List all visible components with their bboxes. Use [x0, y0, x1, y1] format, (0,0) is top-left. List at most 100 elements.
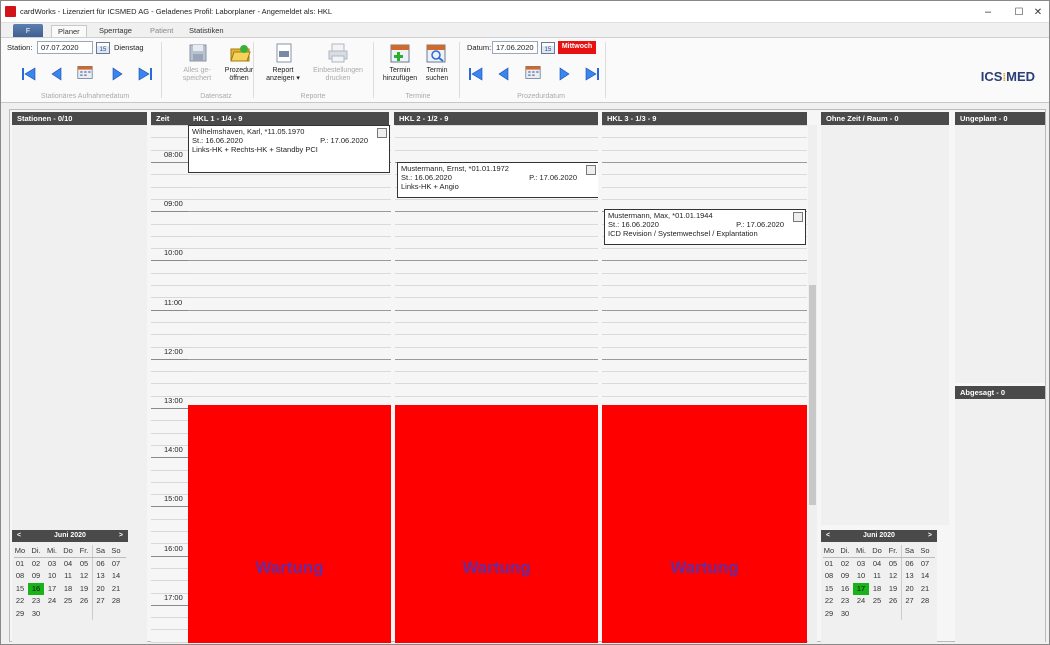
calendar-day[interactable]: 07 — [917, 558, 933, 571]
calendar-day[interactable]: 06 — [901, 557, 917, 570]
calendar-day[interactable]: 13 — [901, 570, 917, 583]
search-appointment-icon[interactable] — [425, 42, 447, 64]
calendar-day[interactable]: 30 — [837, 608, 853, 621]
appointment-card[interactable]: Mustermann, Ernst, *01.01.1972 St.: 16.0… — [397, 162, 598, 198]
calendar-day[interactable]: 05 — [885, 558, 901, 571]
calendar-day[interactable]: 20 — [92, 582, 108, 595]
calendar-day[interactable]: 18 — [869, 583, 885, 596]
previous-icon[interactable] — [49, 66, 65, 82]
calendar-prev-button[interactable]: < — [826, 530, 830, 542]
calendar-day[interactable]: 28 — [108, 595, 124, 608]
calendar-day[interactable]: 01 — [821, 558, 837, 571]
calendar-day[interactable]: 01 — [12, 558, 28, 571]
calendar-day[interactable]: 25 — [869, 595, 885, 608]
calendar-day[interactable]: 13 — [92, 570, 108, 583]
calendar-day[interactable]: 23 — [837, 595, 853, 608]
add-appointment-icon[interactable] — [389, 42, 411, 64]
maintenance-block[interactable]: Wartung — [188, 405, 391, 643]
calendar-day[interactable]: 02 — [28, 558, 44, 571]
show-report-label[interactable]: Report anzeigen ▾ — [259, 67, 307, 83]
schedule-scroll-thumb[interactable] — [809, 285, 816, 505]
calendar-day[interactable]: 12 — [885, 570, 901, 583]
expand-icon[interactable] — [377, 128, 387, 138]
appointment-card[interactable]: Mustermann, Max, *01.01.1944 St.: 16.06.… — [604, 209, 806, 245]
calendar-day[interactable]: 10 — [853, 570, 869, 583]
calendar-day[interactable]: 15 — [12, 583, 28, 596]
station-calendar-icon[interactable]: 15 — [96, 42, 110, 54]
calendar-day[interactable]: 23 — [28, 595, 44, 608]
room-column-2[interactable]: Wartung Mustermann, Ernst, *01.01.1972 S… — [395, 125, 598, 643]
stations-scrollbar[interactable] — [138, 125, 147, 525]
calendar-day[interactable]: 29 — [821, 608, 837, 621]
calendar-day[interactable]: 28 — [917, 595, 933, 608]
calendar-day[interactable]: 21 — [108, 583, 124, 596]
calendar-day[interactable]: 22 — [821, 595, 837, 608]
calendar-icon[interactable] — [77, 64, 97, 82]
last-icon[interactable] — [137, 66, 153, 82]
calendar-day[interactable]: 30 — [28, 608, 44, 621]
last-icon[interactable] — [584, 66, 600, 82]
search-appointment-label[interactable]: Termin suchen — [419, 67, 455, 83]
procedure-date-field[interactable]: 17.06.2020 — [492, 41, 538, 54]
open-folder-icon[interactable] — [229, 42, 251, 64]
expand-icon[interactable] — [586, 165, 596, 175]
calendar-day[interactable]: 27 — [92, 595, 108, 608]
station-date-field[interactable]: 07.07.2020 — [37, 41, 93, 54]
first-icon[interactable] — [468, 66, 484, 82]
calendar-day[interactable]: 03 — [853, 558, 869, 571]
procedure-calendar-icon[interactable]: 15 — [541, 42, 555, 54]
calendar-day[interactable]: 20 — [901, 582, 917, 595]
calendar-day[interactable]: 05 — [76, 558, 92, 571]
minimize-button[interactable]: – — [973, 4, 1003, 21]
calendar-day[interactable]: 25 — [60, 595, 76, 608]
schedule-scrollbar[interactable] — [808, 125, 817, 643]
calendar-day[interactable]: 24 — [853, 595, 869, 608]
calendar-day-selected[interactable]: 17 — [853, 582, 869, 595]
calendar-day[interactable]: 19 — [76, 583, 92, 596]
calendar-day[interactable]: 03 — [44, 558, 60, 571]
report-icon[interactable] — [273, 42, 295, 64]
calendar-next-button[interactable]: > — [928, 530, 932, 542]
calendar-day[interactable]: 07 — [108, 558, 124, 571]
print-icon[interactable] — [327, 42, 349, 64]
calendar-next-button[interactable]: > — [119, 530, 123, 542]
calendar-day[interactable]: 21 — [917, 583, 933, 596]
calendar-day[interactable]: 02 — [837, 558, 853, 571]
calendar-day[interactable]: 12 — [76, 570, 92, 583]
add-appointment-label[interactable]: Termin hinzufügen — [379, 67, 421, 83]
calendar-day[interactable]: 17 — [44, 583, 60, 596]
calendar-prev-button[interactable]: < — [17, 530, 21, 542]
calendar-day[interactable]: 11 — [869, 570, 885, 583]
open-procedure-label[interactable]: Prozedur öffnen — [217, 67, 261, 83]
calendar-day[interactable]: 26 — [885, 595, 901, 608]
calendar-day[interactable]: 14 — [108, 570, 124, 583]
calendar-day[interactable]: 04 — [869, 558, 885, 571]
room-column-3[interactable]: Wartung Mustermann, Max, *01.01.1944 St.… — [602, 125, 807, 643]
expand-icon[interactable] — [793, 212, 803, 222]
calendar-day[interactable]: 11 — [60, 570, 76, 583]
calendar-day[interactable]: 27 — [901, 595, 917, 608]
calendar-day[interactable]: 15 — [821, 583, 837, 596]
calendar-day[interactable]: 26 — [76, 595, 92, 608]
file-menu-button[interactable]: F — [13, 24, 43, 38]
maintenance-block[interactable]: Wartung — [602, 405, 807, 643]
appointment-card[interactable]: Wilhelmshaven, Karl, *11.05.1970 St.: 16… — [188, 125, 390, 173]
calendar-day[interactable]: 04 — [60, 558, 76, 571]
calendar-day[interactable]: 08 — [12, 570, 28, 583]
calendar-icon[interactable] — [525, 64, 545, 82]
calendar-day[interactable]: 24 — [44, 595, 60, 608]
calendar-day[interactable]: 16 — [837, 583, 853, 596]
previous-icon[interactable] — [496, 66, 512, 82]
calendar-day[interactable]: 06 — [92, 557, 108, 570]
calendar-day[interactable]: 19 — [885, 583, 901, 596]
close-button[interactable]: ✕ — [1026, 4, 1049, 21]
room-column-1[interactable]: Wartung Wilhelmshaven, Karl, *11.05.1970… — [188, 125, 391, 643]
calendar-day[interactable]: 29 — [12, 608, 28, 621]
calendar-day[interactable]: 09 — [28, 570, 44, 583]
calendar-day[interactable]: 22 — [12, 595, 28, 608]
next-icon[interactable] — [109, 66, 125, 82]
maintenance-block[interactable]: Wartung — [395, 405, 598, 643]
calendar-day-selected[interactable]: 16 — [28, 582, 44, 595]
first-icon[interactable] — [21, 66, 37, 82]
calendar-day[interactable]: 09 — [837, 570, 853, 583]
